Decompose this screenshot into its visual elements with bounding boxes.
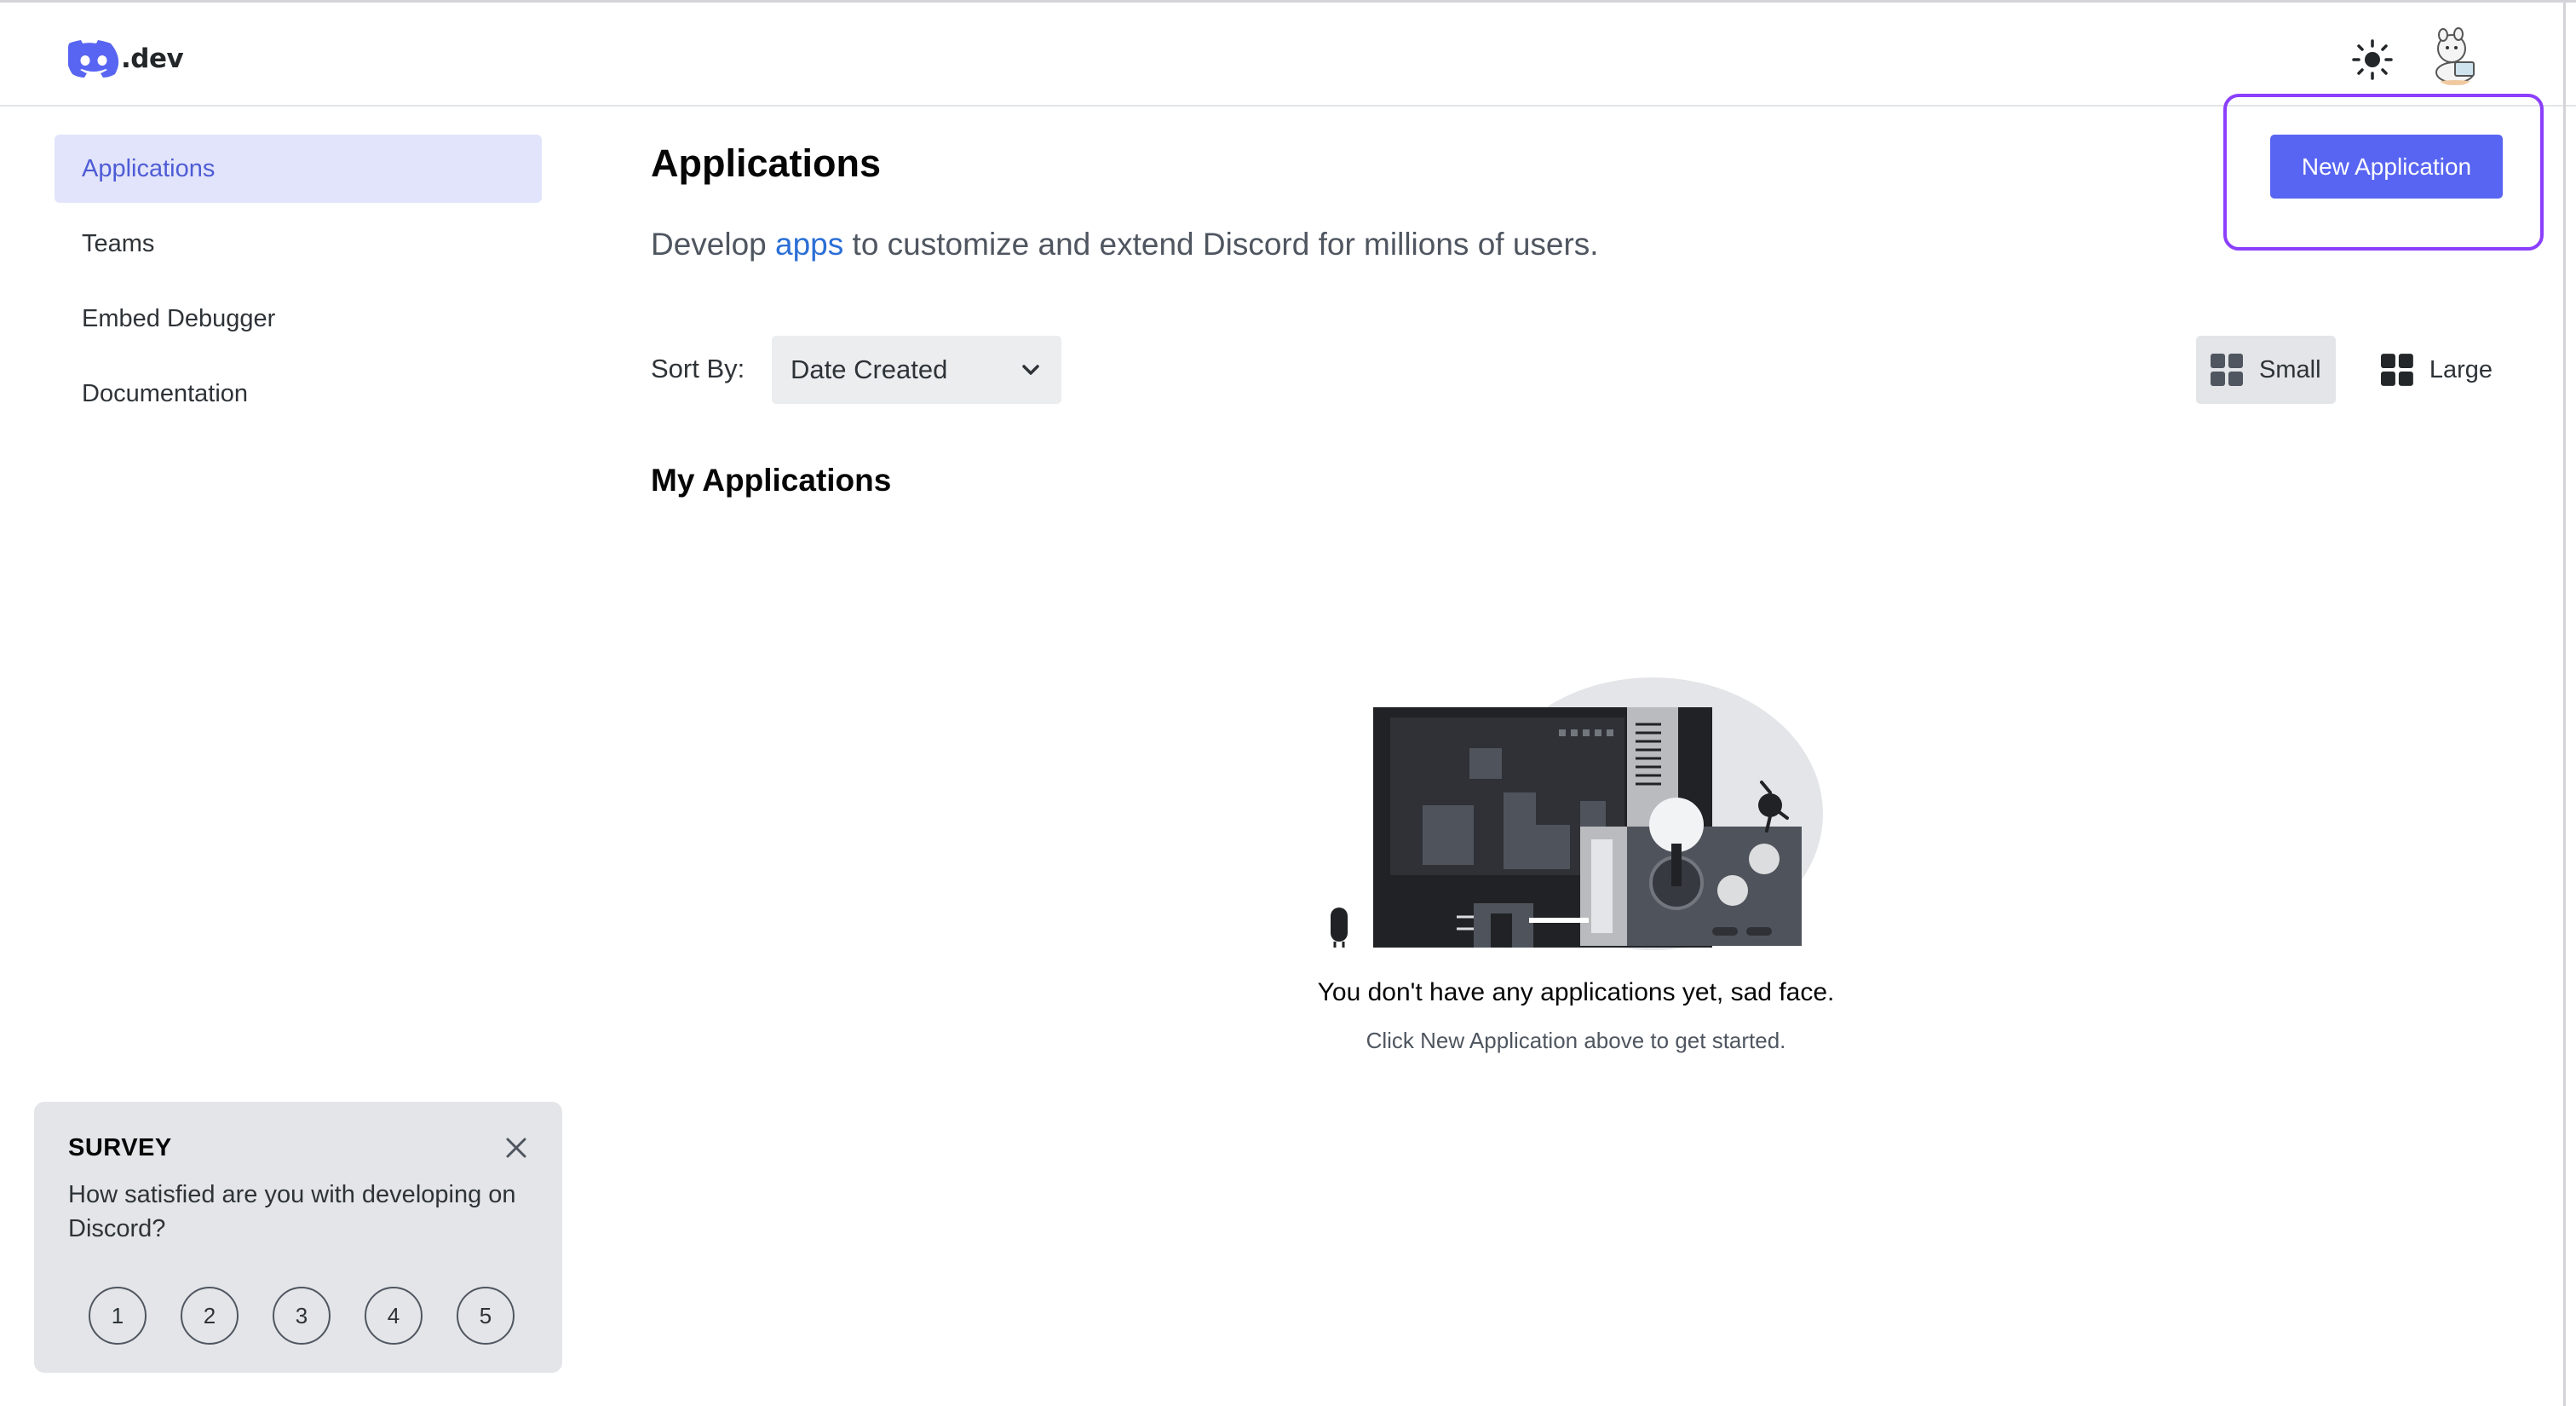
user-avatar[interactable] [2426,25,2484,86]
close-icon [506,1138,526,1158]
survey-rating-1[interactable]: 1 [89,1287,147,1345]
sidebar-item-applications[interactable]: Applications [55,135,542,203]
survey-question: How satisfied are you with developing on… [68,1181,516,1242]
apps-link[interactable]: apps [775,227,843,262]
discord-logo-icon [68,40,119,78]
top-bar: .dev [0,0,2576,107]
survey-rating-5[interactable]: 5 [457,1287,515,1345]
sun-icon [2352,39,2393,80]
view-large-label: Large [2429,355,2493,383]
survey-rating-3[interactable]: 3 [273,1287,331,1345]
sort-select-value: Date Created [791,354,948,384]
chevron-down-icon [1022,365,1039,375]
survey-rating-4[interactable]: 4 [365,1287,423,1345]
sidebar-item-teams[interactable]: Teams [55,210,542,278]
sort-label: Sort By: [651,354,745,383]
survey-card: SURVEY How satisfied are you with develo… [34,1102,562,1373]
grid-small-icon [2211,354,2243,386]
page-subtitle: Develop apps to customize and extend Dis… [651,227,1599,262]
my-applications-heading: My Applications [651,463,892,498]
subtitle-text-after: to customize and extend Discord for mill… [843,227,1599,262]
page-title: Applications [651,141,882,185]
grid-large-icon [2380,354,2413,386]
view-small-label: Small [2259,355,2321,383]
survey-title: SURVEY [68,1134,172,1161]
empty-state-illustration [1331,677,1823,950]
sidebar: Applications Teams Embed Debugger Docume… [55,135,542,435]
view-small-button[interactable]: Small [2196,336,2336,404]
discord-dev-logo[interactable]: .dev [68,37,184,81]
scrollbar[interactable] [2563,0,2566,1406]
new-application-button[interactable]: New Application [2270,135,2503,199]
view-large-button[interactable]: Large [2366,336,2506,404]
empty-state-subtitle: Click New Application above to get start… [1366,1028,1786,1053]
survey-close-button[interactable] [504,1136,528,1160]
avatar-image [2426,25,2484,86]
subtitle-text-before: Develop [651,227,776,262]
sidebar-item-documentation[interactable]: Documentation [55,360,542,428]
sort-select[interactable]: Date Created [772,336,1061,404]
sidebar-item-embed-debugger[interactable]: Embed Debugger [55,285,542,353]
survey-rating-scale: 1 2 3 4 5 [89,1287,515,1345]
survey-rating-2[interactable]: 2 [181,1287,239,1345]
logo-text: .dev [121,43,184,74]
empty-state-title: You don't have any applications yet, sad… [1317,978,1835,1006]
theme-toggle-button[interactable] [2351,38,2394,81]
